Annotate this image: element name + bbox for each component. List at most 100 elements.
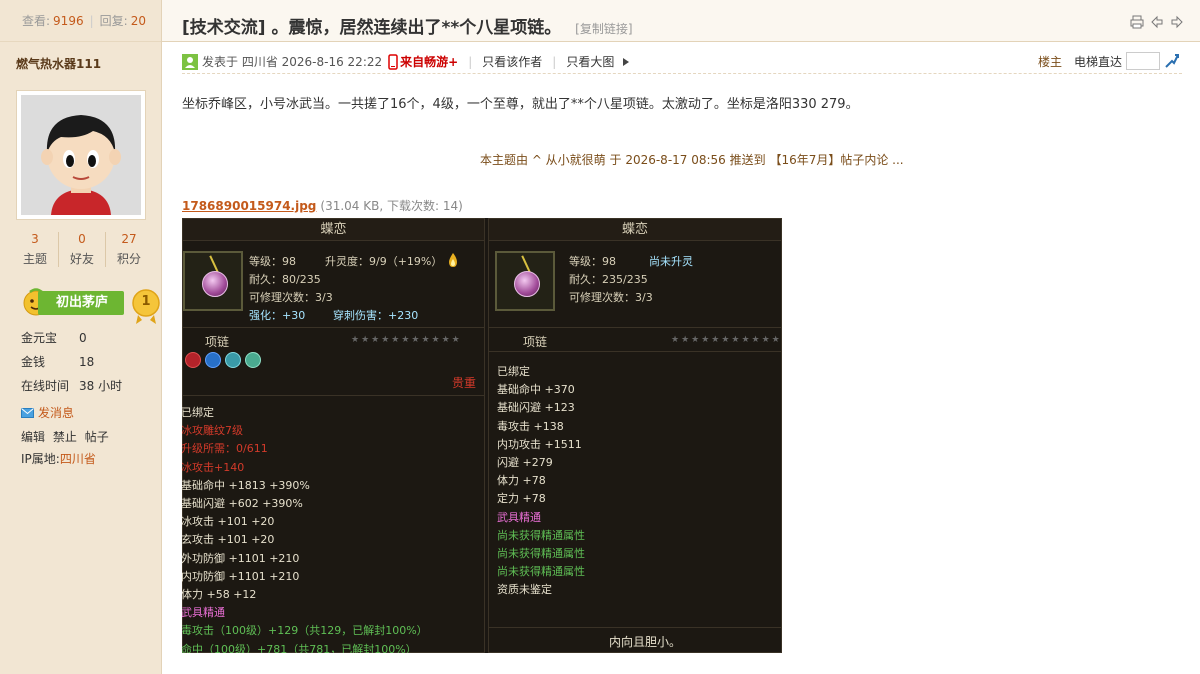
count-threads[interactable]: 3 主题	[12, 232, 59, 267]
ip-value[interactable]: 四川省	[60, 452, 96, 466]
author-name[interactable]: 燃气热水器111	[16, 55, 161, 71]
necklace-icon	[495, 251, 555, 311]
item-level-right: 等级：98	[569, 255, 616, 268]
envelope-icon	[21, 407, 34, 418]
attachment: 1786890015974.jpg (31.04 KB, 下载次数: 14)	[182, 197, 463, 214]
item-attribute-line: 资质未鉴定	[497, 583, 552, 597]
item-attribute-line: 升级所需：0/611	[182, 442, 268, 456]
thread-title: [技术交流] 。震惊，居然连续出了**个八星项链。 [复制链接]	[182, 13, 633, 38]
meta-divider: |	[552, 54, 557, 69]
item-pierce-left: 穿刺伤害：+230	[333, 309, 419, 322]
count-threads-value: 3	[31, 232, 39, 246]
push-note[interactable]: 本主题由 ^ 从小就很萌 于 2026-8-17 08:56 推送到 【16年7…	[480, 151, 904, 168]
copy-link-button[interactable]: [复制链接]	[575, 22, 632, 36]
attachment-image[interactable]: 蝶恋 等级：98 升灵度：9/9（+19%） 耐久：80/235 可修理次数：3…	[182, 218, 782, 653]
stats-divider: |	[89, 13, 94, 28]
thread-title-bar: [技术交流] 。震惊，居然连续出了**个八星项链。 [复制链接]	[162, 0, 1200, 42]
admin-posts-link[interactable]: 帖子	[85, 430, 109, 444]
info-ingots-value: 0	[79, 331, 87, 345]
item-attribute-line: 冰攻雕纹7级	[182, 424, 243, 438]
socket-gem-cyan	[225, 352, 241, 368]
attachment-filename[interactable]: 1786890015974.jpg	[182, 199, 316, 213]
item-level-left: 等级：98	[249, 255, 296, 268]
print-icon[interactable]	[1130, 15, 1144, 29]
socket-gem-teal	[245, 352, 261, 368]
item-attribute-line: 基础命中 +370	[497, 383, 575, 397]
star-rating-right: ★★★★★★★★★★★	[671, 335, 782, 345]
count-friends[interactable]: 0 好友	[59, 232, 106, 267]
next-thread-icon[interactable]	[1170, 15, 1184, 29]
jump-floor-input[interactable]	[1126, 52, 1160, 70]
item-tip-right: 内向且胆小。	[609, 635, 682, 649]
item-enhance-left: 强化：+30	[249, 309, 306, 322]
jump-go-icon[interactable]	[1164, 53, 1180, 69]
item-attribute-line: 尚未获得精通属性	[497, 565, 585, 579]
item-title-right: 蝶恋	[489, 219, 781, 241]
send-message-label: 发消息	[38, 406, 75, 420]
info-row-money: 金钱 18	[21, 354, 122, 378]
replies-label: 回复:	[99, 14, 128, 28]
admin-ban-link[interactable]: 禁止	[53, 430, 77, 444]
item-panel-left: 蝶恋 等级：98 升灵度：9/9（+19%） 耐久：80/235 可修理次数：3…	[182, 218, 485, 653]
item-repairs-right: 可修理次数：3/3	[569, 291, 653, 304]
item-attribute-line: 已绑定	[182, 406, 214, 419]
thread-title-text: [技术交流] 。震惊，居然连续出了**个八星项链。	[182, 18, 562, 38]
item-attribute-line: 武具精通	[497, 510, 541, 524]
item-panel-right: 蝶恋 等级：98 尚未升灵 耐久：235/235 可修理次数：3/3 项链 ★★…	[488, 218, 782, 653]
post-meta: 发表于 四川省 2026-8-16 22:22 来自畅游+ | 只看该作者 | …	[182, 52, 1182, 74]
avatar-cartoon-icon	[21, 95, 141, 215]
spirit-flame-icon	[449, 253, 457, 267]
item-attribute-line: 基础闪避 +602 +390%	[182, 497, 303, 510]
admin-actions: 编辑 禁止 帖子	[21, 428, 113, 445]
precious-tag: 贵重	[451, 376, 476, 390]
previous-thread-icon[interactable]	[1150, 15, 1164, 29]
count-points-label: 积分	[116, 252, 141, 266]
info-online-key: 在线时间	[21, 379, 70, 393]
only-author-link[interactable]: 只看该作者	[482, 53, 542, 70]
meta-divider: |	[468, 54, 473, 69]
floor-label: 楼主	[1037, 54, 1062, 69]
count-threads-label: 主题	[22, 252, 47, 266]
item-attribute-line: 武具精通	[182, 606, 225, 620]
send-message-link[interactable]: 发消息	[21, 404, 74, 421]
item-attribute-line: 已绑定	[497, 365, 530, 378]
views-label: 查看:	[22, 14, 51, 28]
only-big-image-link[interactable]: 只看大图	[566, 53, 614, 70]
views-count: 9196	[53, 13, 84, 28]
ip-location: IP属地:四川省	[21, 450, 96, 467]
mobile-phone-icon	[388, 53, 398, 70]
post-body: 坐标乔峰区，小号冰武当。一共搓了16个，4级，一个至尊，就出了**个八星项链。太…	[182, 97, 859, 112]
item-type-left: 项链	[205, 335, 230, 349]
post-source[interactable]: 来自畅游+	[400, 53, 458, 70]
item-attribute-line: 基础命中 +1813 +390%	[182, 478, 310, 492]
item-attribute-line: 玄攻击 +101 +20	[182, 533, 275, 547]
item-attribute-line: 毒攻击（100级）+129（共129，已解封100%）	[182, 624, 428, 638]
item-attribute-line: 冰攻击+140	[182, 460, 245, 474]
item-spirit-right: 尚未升灵	[649, 255, 693, 268]
item-attribute-line: 外功防御 +1101 +210	[182, 551, 300, 565]
necklace-icon	[183, 251, 243, 311]
info-online-value: 38 小时	[79, 379, 123, 393]
item-attribute-line: 定力 +78	[497, 492, 546, 506]
count-friends-value: 0	[78, 232, 86, 246]
post-date: 发表于 四川省 2026-8-16 22:22	[202, 55, 383, 69]
item-title-left: 蝶恋	[183, 219, 484, 241]
triangle-right-icon[interactable]	[622, 57, 630, 67]
info-money-key: 金钱	[21, 355, 46, 369]
title-tools	[1130, 15, 1184, 29]
socket-gem-red	[185, 352, 201, 368]
item-spirit-left: 升灵度：9/9（+19%）	[325, 255, 443, 268]
info-row-online: 在线时间 38 小时	[21, 378, 122, 402]
admin-edit-link[interactable]: 编辑	[21, 430, 45, 444]
item-durability-left: 耐久：80/235	[249, 273, 321, 286]
item-attribute-line: 尚未获得精通属性	[497, 528, 585, 542]
author-info: 金元宝 0 金钱 18 在线时间 38 小时	[21, 330, 122, 402]
jump-label: 电梯直达	[1073, 54, 1122, 69]
count-friends-label: 好友	[69, 252, 94, 266]
count-points[interactable]: 27 积分	[106, 232, 152, 267]
ip-label: IP属地:	[21, 452, 60, 466]
item-attribute-line: 内功防御 +1101 +210	[182, 569, 300, 583]
avatar[interactable]	[16, 90, 146, 220]
replies-count: 20	[130, 13, 146, 28]
author-counts: 3 主题 0 好友 27 积分	[12, 232, 152, 267]
